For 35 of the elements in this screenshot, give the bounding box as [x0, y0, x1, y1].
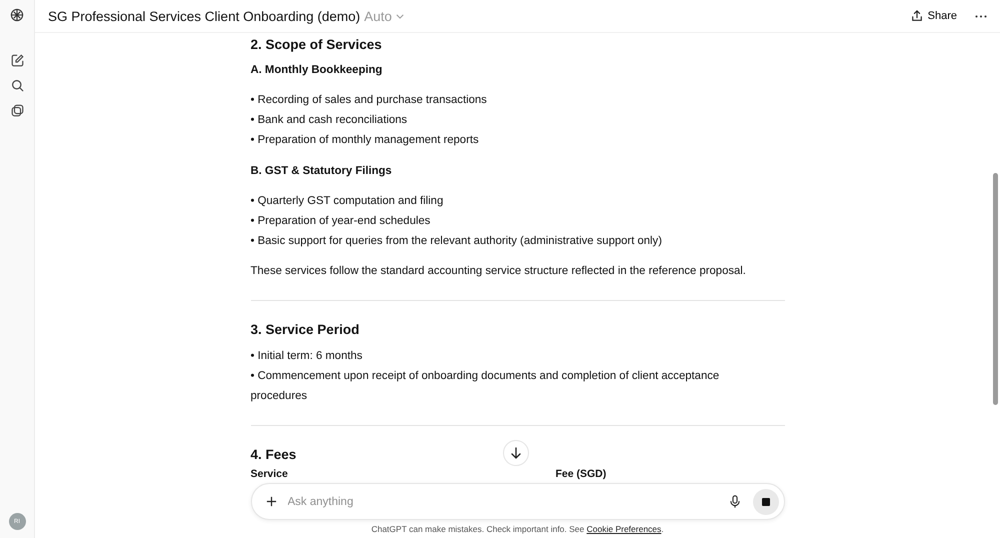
subsection-heading: B. GST & Statutory Filings — [250, 164, 392, 179]
message-field[interactable]: Ask anything — [250, 483, 784, 520]
logo-icon[interactable] — [9, 7, 25, 23]
bullet-item: • Bank and cash reconciliations — [250, 113, 408, 128]
bullet-item: • Basic support for queries from the relevant authority (administrative support only) — [250, 234, 663, 249]
disclaimer-text: ChatGPT can make mistakes. Check important info. See Cookie Preferences. — [370, 523, 665, 536]
section-heading: 2. Scope of Services — [250, 36, 382, 54]
scrollbar[interactable] — [993, 173, 998, 405]
chat-title: SG Professional Services Client Onboarding (demo) — [48, 8, 360, 24]
message-input[interactable]: Ask anything — [288, 496, 730, 508]
scroll-down-button[interactable] — [503, 440, 529, 466]
bullet-item: • Initial term: 6 months — [250, 349, 364, 364]
stop-button[interactable] — [752, 488, 778, 514]
bullet-item: • Recording of sales and purchase transactions — [250, 93, 488, 108]
microphone-icon[interactable] — [730, 495, 740, 508]
bullet-item: • Commencement upon receipt of onboarding documents and completion of client acceptance procedures — [250, 369, 720, 404]
share-button[interactable]: Share — [910, 10, 957, 22]
bullet-item: • Preparation of monthly management reports — [250, 133, 480, 148]
paragraph: These services follow the standard accounting service structure reflected in the reference proposal. — [250, 264, 746, 279]
section-heading: 4. Fees — [250, 446, 296, 464]
share-icon — [910, 10, 923, 22]
section-heading: 3. Service Period — [250, 321, 360, 339]
arrow-down-icon — [510, 447, 522, 459]
bullet-item: • Preparation of year-end schedules — [250, 214, 432, 229]
subsection-heading: A. Monthly Bookkeeping — [250, 63, 382, 78]
library-icon[interactable] — [10, 103, 24, 118]
more-icon[interactable] — [975, 14, 987, 18]
plus-icon[interactable] — [266, 496, 276, 507]
search-icon[interactable] — [10, 78, 24, 93]
bullet-item: • Quarterly GST computation and filing — [250, 194, 444, 209]
chevron-icon — [396, 14, 404, 18]
cookie-preferences-link[interactable]: Cookie Preferences — [586, 524, 662, 534]
edit-icon[interactable] — [10, 53, 24, 68]
table-header-cell-text: Fee (SGD) — [556, 467, 606, 482]
table-header-cell-text: Service — [250, 467, 288, 482]
